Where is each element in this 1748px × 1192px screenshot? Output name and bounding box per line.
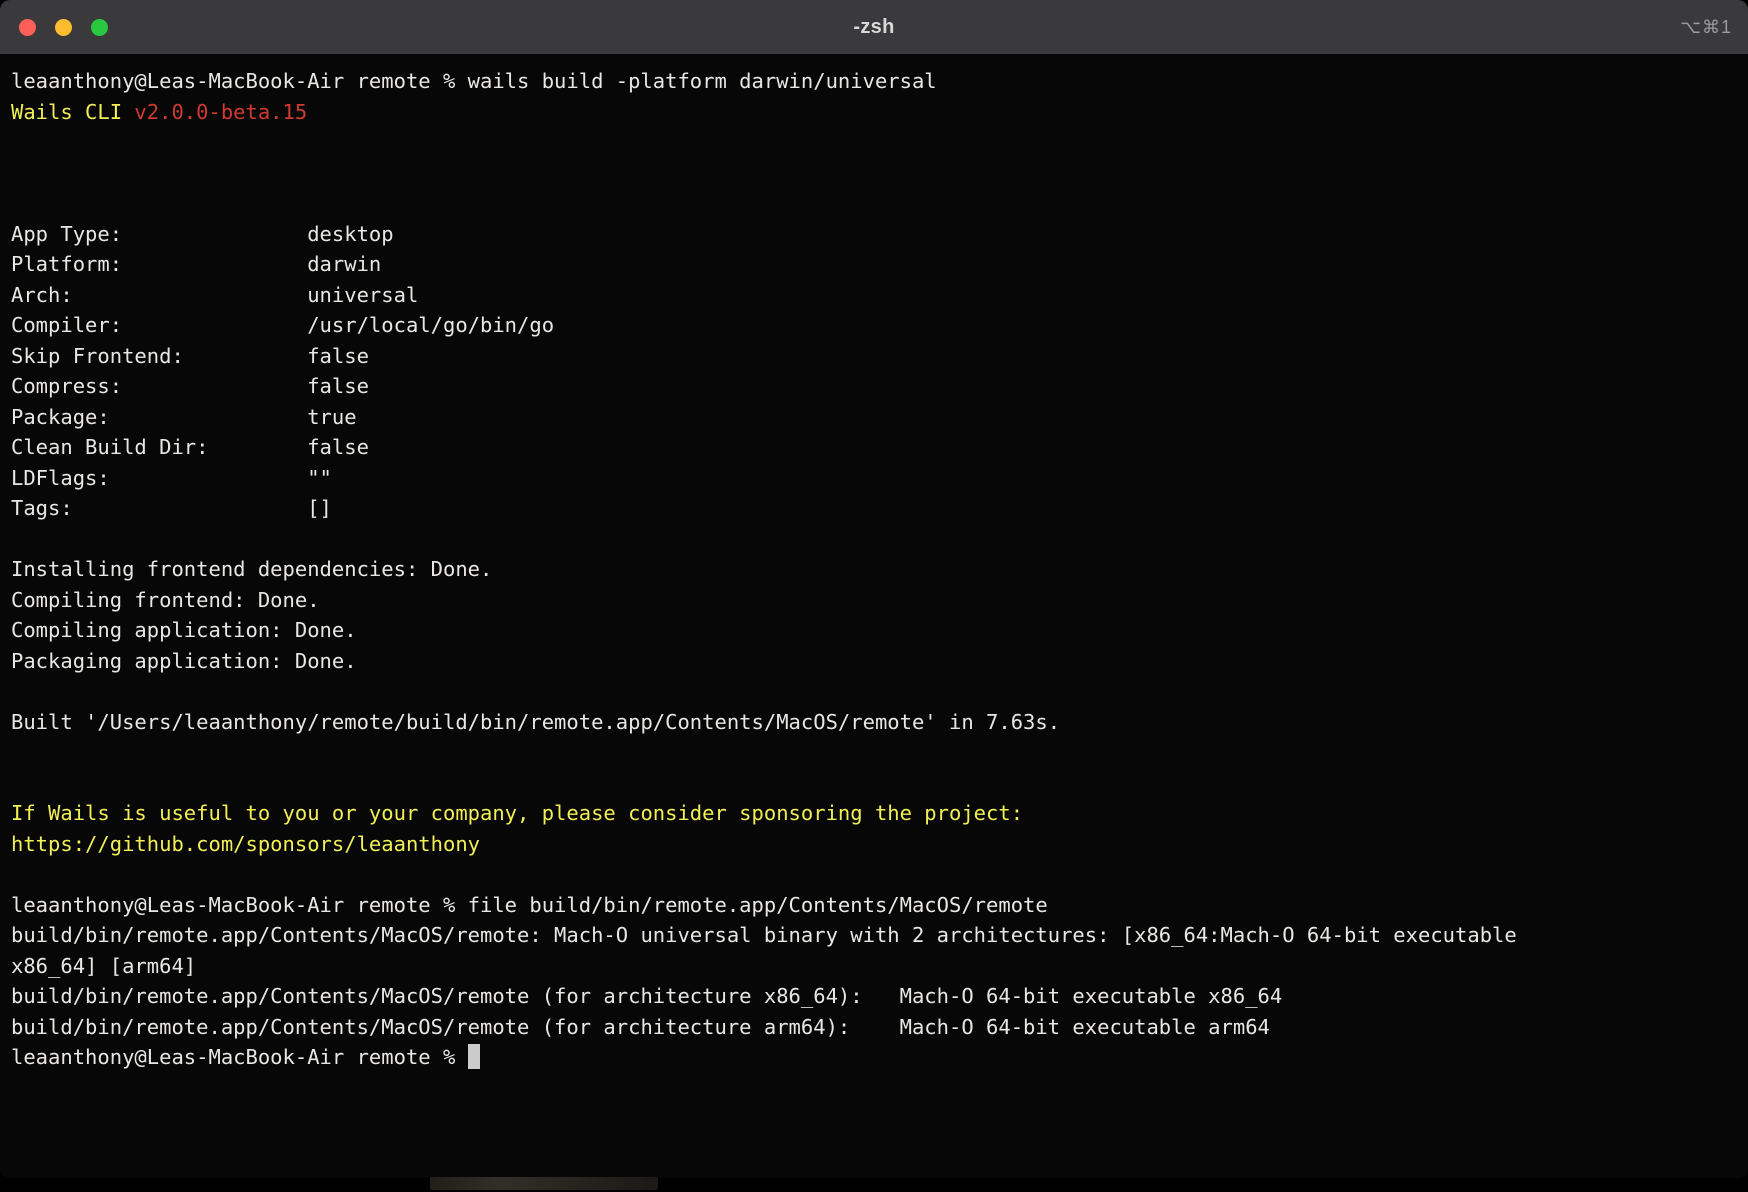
terminal-line: leaanthony@Leas-MacBook-Air remote % — [11, 1042, 1737, 1073]
terminal-text-segment: v2.0.0-beta.15 — [134, 100, 307, 124]
terminal-text-segment: Built '/Users/leaanthony/remote/build/bi… — [11, 710, 1060, 734]
terminal-text-segment: build/bin/remote.app/Contents/MacOS/remo… — [11, 923, 1517, 947]
terminal-line — [11, 859, 1737, 890]
terminal-text-segment: leaanthony@Leas-MacBook-Air remote % fil… — [11, 893, 1048, 917]
window-titlebar[interactable]: -zsh ⌥⌘1 — [0, 0, 1748, 54]
terminal-line — [11, 188, 1737, 219]
terminal-text-segment: LDFlags: "" — [11, 466, 332, 490]
terminal-text-segment: Compress: false — [11, 374, 369, 398]
close-button[interactable] — [19, 19, 36, 36]
terminal-line: Compress: false — [11, 371, 1737, 402]
obscured-background-window — [430, 1177, 658, 1190]
terminal-text-segment: App Type: desktop — [11, 222, 394, 246]
terminal-line — [11, 158, 1737, 189]
terminal-text-segment: Compiling frontend: Done. — [11, 588, 320, 612]
terminal-line: Compiling application: Done. — [11, 615, 1737, 646]
terminal-text-segment: build/bin/remote.app/Contents/MacOS/remo… — [11, 1015, 1270, 1039]
terminal-text-segment: x86_64] [arm64] — [11, 954, 196, 978]
terminal-text-segment: Compiling application: Done. — [11, 618, 357, 642]
terminal-text-segment: Wails CLI — [11, 100, 134, 124]
terminal-text-segment: Tags: [] — [11, 496, 332, 520]
terminal-line — [11, 676, 1737, 707]
terminal-line: Clean Build Dir: false — [11, 432, 1737, 463]
terminal-text-segment: Compiler: /usr/local/go/bin/go — [11, 313, 554, 337]
terminal-line — [11, 737, 1737, 768]
terminal-text-segment: Clean Build Dir: false — [11, 435, 369, 459]
terminal-line: Compiling frontend: Done. — [11, 585, 1737, 616]
terminal-text-segment: leaanthony@Leas-MacBook-Air remote % wai… — [11, 69, 937, 93]
terminal-line: build/bin/remote.app/Contents/MacOS/remo… — [11, 1012, 1737, 1043]
terminal-line: Arch: universal — [11, 280, 1737, 311]
terminal-line: LDFlags: "" — [11, 463, 1737, 494]
terminal-line: x86_64] [arm64] — [11, 951, 1737, 982]
terminal-line — [11, 524, 1737, 555]
terminal-line: Tags: [] — [11, 493, 1737, 524]
terminal-text-segment: Platform: darwin — [11, 252, 381, 276]
terminal-line: Packaging application: Done. — [11, 646, 1737, 677]
window-shortcut-hint: ⌥⌘1 — [1680, 0, 1732, 54]
sponsor-link[interactable]: https://github.com/sponsors/leaanthony — [11, 829, 1737, 860]
terminal-text-segment: https://github.com/sponsors/leaanthony — [11, 832, 480, 856]
terminal-cursor — [468, 1044, 481, 1069]
terminal-line: Installing frontend dependencies: Done. — [11, 554, 1737, 585]
terminal-text-segment: Skip Frontend: false — [11, 344, 369, 368]
terminal-text-segment: Installing frontend dependencies: Done. — [11, 557, 492, 581]
terminal-output[interactable]: leaanthony@Leas-MacBook-Air remote % wai… — [0, 54, 1748, 1073]
terminal-line: App Type: desktop — [11, 219, 1737, 250]
terminal-line: Package: true — [11, 402, 1737, 433]
terminal-line: Wails CLI v2.0.0-beta.15 — [11, 97, 1737, 128]
terminal-line: build/bin/remote.app/Contents/MacOS/remo… — [11, 981, 1737, 1012]
window-title: -zsh — [0, 16, 1748, 39]
terminal-line: build/bin/remote.app/Contents/MacOS/remo… — [11, 920, 1737, 951]
terminal-text-segment: Package: true — [11, 405, 357, 429]
terminal-line: Platform: darwin — [11, 249, 1737, 280]
zoom-button[interactable] — [91, 19, 108, 36]
terminal-text-segment: leaanthony@Leas-MacBook-Air remote % — [11, 1045, 468, 1069]
terminal-line: leaanthony@Leas-MacBook-Air remote % fil… — [11, 890, 1737, 921]
terminal-text-segment: Arch: universal — [11, 283, 418, 307]
terminal-line — [11, 768, 1737, 799]
terminal-line: Compiler: /usr/local/go/bin/go — [11, 310, 1737, 341]
terminal-line: Skip Frontend: false — [11, 341, 1737, 372]
terminal-text-segment: If Wails is useful to you or your compan… — [11, 801, 1023, 825]
terminal-line: leaanthony@Leas-MacBook-Air remote % wai… — [11, 66, 1737, 97]
terminal-text-segment: build/bin/remote.app/Contents/MacOS/remo… — [11, 984, 1282, 1008]
terminal-window: -zsh ⌥⌘1 leaanthony@Leas-MacBook-Air rem… — [0, 0, 1748, 1178]
minimize-button[interactable] — [55, 19, 72, 36]
traffic-lights — [0, 19, 108, 36]
terminal-line: Built '/Users/leaanthony/remote/build/bi… — [11, 707, 1737, 738]
terminal-line: If Wails is useful to you or your compan… — [11, 798, 1737, 829]
terminal-line — [11, 127, 1737, 158]
terminal-text-segment: Packaging application: Done. — [11, 649, 357, 673]
